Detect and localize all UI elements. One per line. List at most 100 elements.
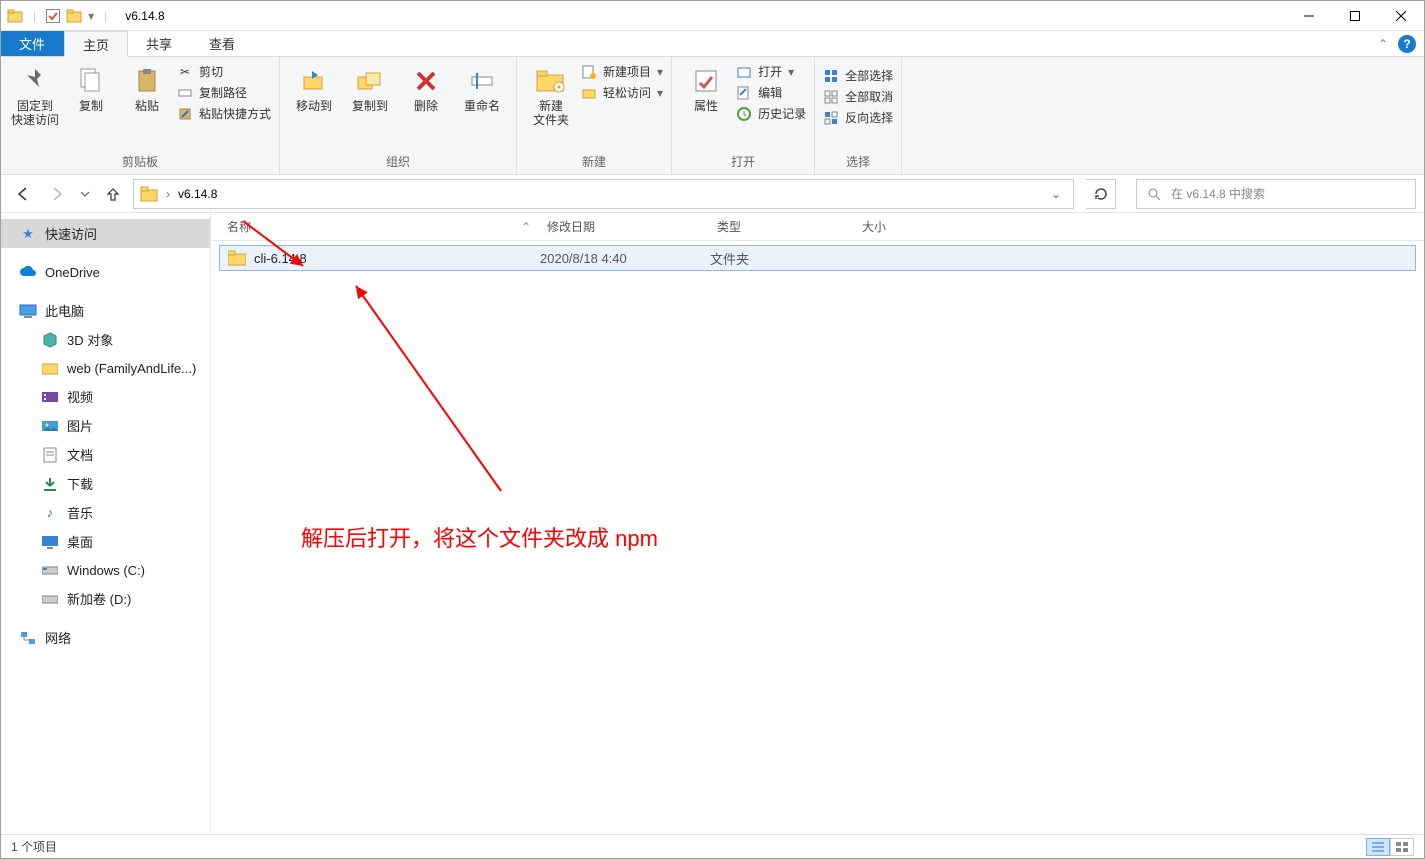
download-icon xyxy=(41,475,59,493)
details-view-button[interactable] xyxy=(1366,838,1390,856)
documents-icon xyxy=(41,446,59,464)
paste-button[interactable]: 粘贴 xyxy=(119,61,175,117)
checkbox-icon[interactable] xyxy=(46,9,60,23)
cut-button[interactable]: ✂剪切 xyxy=(177,63,271,80)
properties-button[interactable]: 属性 xyxy=(678,61,734,117)
folder-icon xyxy=(41,359,59,377)
address-bar[interactable]: › v6.14.8 ⌄ xyxy=(133,179,1074,209)
sidebar-downloads[interactable]: 下载 xyxy=(1,469,210,498)
tab-view[interactable]: 查看 xyxy=(191,31,254,56)
tab-share[interactable]: 共享 xyxy=(128,31,191,56)
new-folder-button[interactable]: ✦ 新建 文件夹 xyxy=(523,61,579,132)
sidebar-web[interactable]: web (FamilyAndLife...) xyxy=(1,354,210,382)
path-icon xyxy=(177,85,193,101)
edit-icon xyxy=(736,85,752,101)
invert-icon xyxy=(823,110,839,126)
new-folder-icon: ✦ xyxy=(535,65,567,97)
group-new-label: 新建 xyxy=(523,151,665,174)
drive-icon xyxy=(41,561,59,579)
invert-selection-button[interactable]: 反向选择 xyxy=(823,109,893,126)
qat-dropdown-icon[interactable]: ▾ xyxy=(88,9,94,23)
shortcut-icon xyxy=(177,106,193,122)
sidebar-drive-c[interactable]: Windows (C:) xyxy=(1,556,210,584)
tab-home[interactable]: 主页 xyxy=(64,31,128,57)
column-size[interactable]: 大小 xyxy=(854,218,954,235)
sidebar-music[interactable]: ♪音乐 xyxy=(1,498,210,527)
sidebar-network[interactable]: 网络 xyxy=(1,623,210,652)
rename-button[interactable]: 重命名 xyxy=(454,61,510,117)
refresh-button[interactable] xyxy=(1086,179,1116,209)
delete-button[interactable]: 删除 xyxy=(398,61,454,117)
annotation-text: 解压后打开，将这个文件夹改成 npm xyxy=(301,521,658,553)
open-icon xyxy=(736,64,752,80)
copy-button[interactable]: 复制 xyxy=(63,61,119,117)
easy-access-button[interactable]: 轻松访问▾ xyxy=(581,84,663,101)
copy-icon xyxy=(75,65,107,97)
properties-icon xyxy=(690,65,722,97)
recent-dropdown-button[interactable] xyxy=(77,180,93,208)
folder-icon xyxy=(228,250,246,266)
delete-icon xyxy=(410,65,442,97)
tab-file[interactable]: 文件 xyxy=(1,31,64,56)
close-button[interactable] xyxy=(1378,1,1424,31)
up-button[interactable] xyxy=(99,180,127,208)
sidebar-drive-d[interactable]: 新加卷 (D:) xyxy=(1,584,210,613)
star-icon: ★ xyxy=(19,225,37,243)
minimize-button[interactable] xyxy=(1286,1,1332,31)
ribbon-tabs: 文件 主页 共享 查看 ⌃ ? xyxy=(1,31,1424,57)
sidebar-3d-objects[interactable]: 3D 对象 xyxy=(1,325,210,354)
new-item-button[interactable]: 新建项目▾ xyxy=(581,63,663,80)
address-dropdown-icon[interactable]: ⌄ xyxy=(1045,187,1067,201)
file-row[interactable]: cli-6.14.8 2020/8/18 4:40 文件夹 xyxy=(219,245,1416,271)
column-name[interactable]: 名称⌃ xyxy=(219,218,539,235)
copy-to-button[interactable]: 复制到 xyxy=(342,61,398,117)
svg-text:✦: ✦ xyxy=(556,83,563,92)
new-item-icon xyxy=(581,64,597,80)
address-segment[interactable]: v6.14.8 xyxy=(178,187,217,201)
select-all-button[interactable]: 全部选择 xyxy=(823,67,893,84)
pin-to-quick-access-button[interactable]: 固定到 快速访问 xyxy=(7,61,63,132)
folder-icon xyxy=(7,8,23,24)
forward-button[interactable] xyxy=(43,180,71,208)
pictures-icon xyxy=(41,417,59,435)
column-type[interactable]: 类型 xyxy=(709,218,854,235)
collapse-ribbon-icon[interactable]: ⌃ xyxy=(1378,37,1388,51)
sidebar-pictures[interactable]: 图片 xyxy=(1,411,210,440)
paste-shortcut-button[interactable]: 粘贴快捷方式 xyxy=(177,105,271,122)
select-none-button[interactable]: 全部取消 xyxy=(823,88,893,105)
sidebar-quick-access[interactable]: ★快速访问 xyxy=(1,219,210,248)
cloud-icon xyxy=(19,263,37,281)
sidebar-videos[interactable]: 视频 xyxy=(1,382,210,411)
icons-view-button[interactable] xyxy=(1390,838,1414,856)
history-button[interactable]: 历史记录 xyxy=(736,105,806,122)
group-clipboard-label: 剪贴板 xyxy=(7,151,273,174)
edit-button[interactable]: 编辑 xyxy=(736,84,806,101)
column-date[interactable]: 修改日期 xyxy=(539,218,709,235)
copy-path-button[interactable]: 复制路径 xyxy=(177,84,271,101)
sidebar-desktop[interactable]: 桌面 xyxy=(1,527,210,556)
sidebar-onedrive[interactable]: OneDrive xyxy=(1,258,210,286)
sidebar-documents[interactable]: 文档 xyxy=(1,440,210,469)
sidebar-this-pc[interactable]: 此电脑 xyxy=(1,296,210,325)
back-button[interactable] xyxy=(9,180,37,208)
search-box[interactable]: 在 v6.14.8 中搜索 xyxy=(1136,179,1416,209)
move-to-button[interactable]: 移动到 xyxy=(286,61,342,117)
group-organize-label: 组织 xyxy=(286,151,510,174)
search-placeholder: 在 v6.14.8 中搜索 xyxy=(1171,185,1265,202)
file-date: 2020/8/18 4:40 xyxy=(532,251,702,266)
navigation-pane: ★快速访问 OneDrive 此电脑 3D 对象 web (FamilyAndL… xyxy=(1,213,211,834)
folder-icon xyxy=(140,185,158,203)
file-list-area: 名称⌃ 修改日期 类型 大小 cli-6.14.8 2020/8/18 4:40… xyxy=(211,213,1424,834)
chevron-right-icon[interactable]: › xyxy=(166,187,170,201)
folder-small-icon xyxy=(66,8,82,24)
network-icon xyxy=(19,629,37,647)
help-icon[interactable]: ? xyxy=(1398,35,1416,53)
copy-to-icon xyxy=(354,65,386,97)
history-icon xyxy=(736,106,752,122)
title-bar: | ▾ | v6.14.8 xyxy=(1,1,1424,31)
maximize-button[interactable] xyxy=(1332,1,1378,31)
open-button[interactable]: 打开▾ xyxy=(736,63,806,80)
pin-icon xyxy=(19,65,51,97)
file-name: cli-6.14.8 xyxy=(254,251,307,266)
paste-icon xyxy=(131,65,163,97)
